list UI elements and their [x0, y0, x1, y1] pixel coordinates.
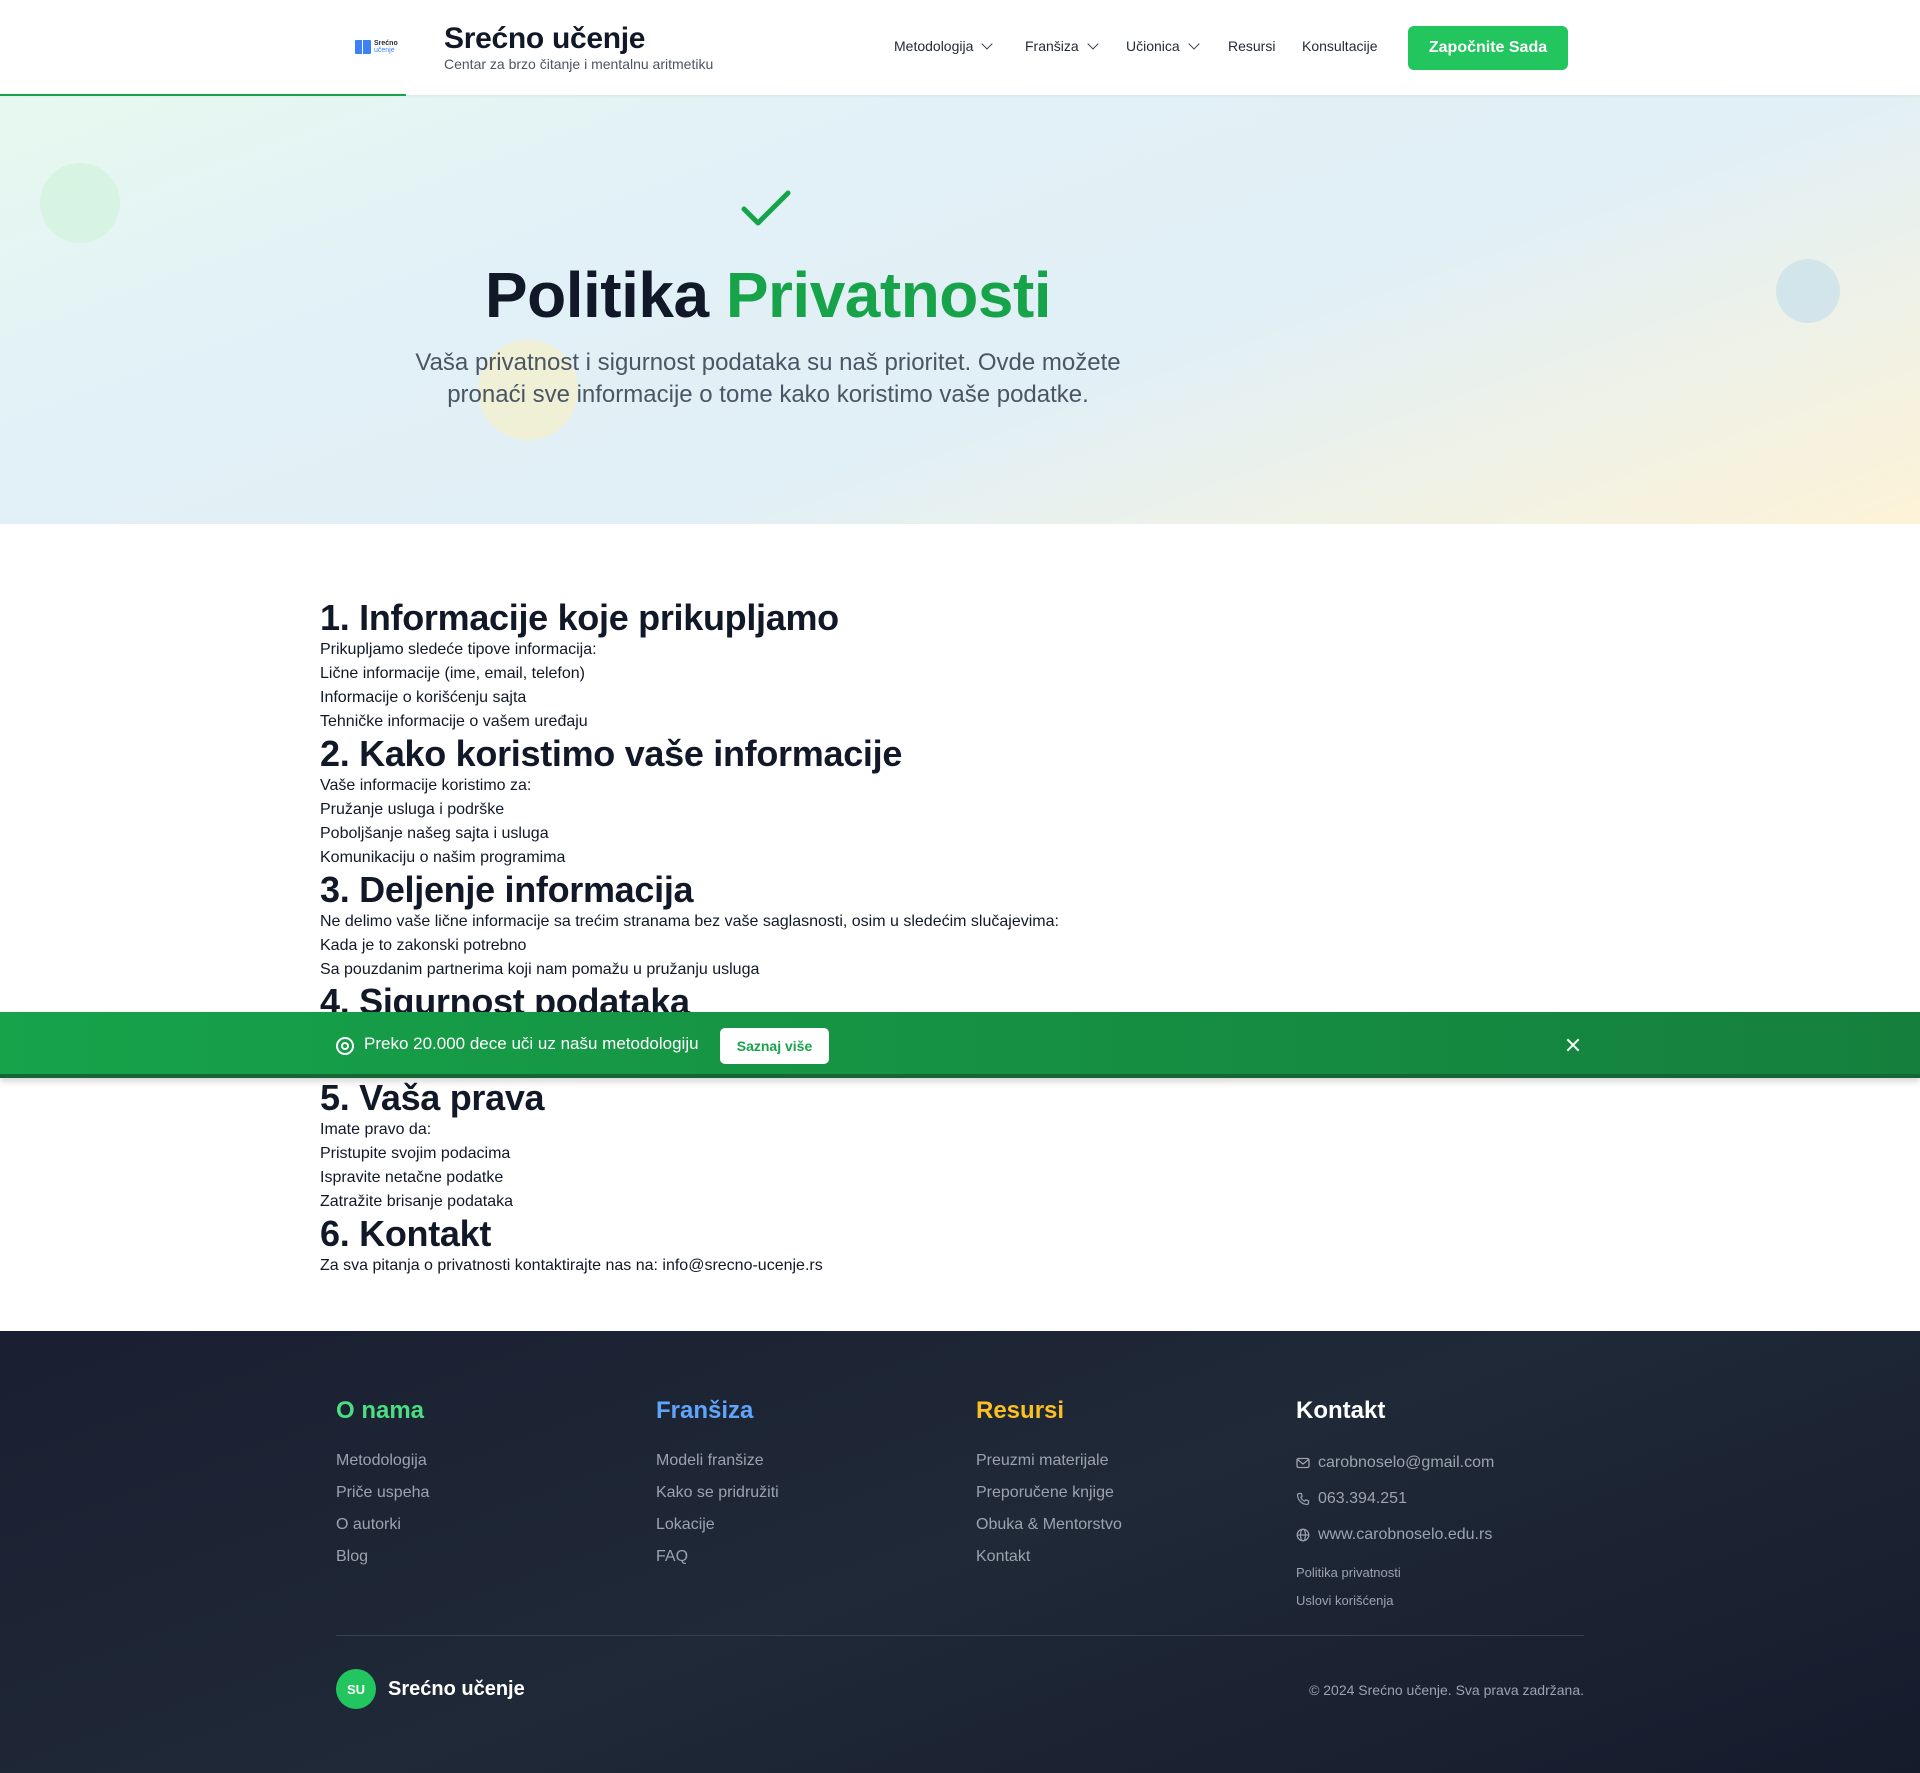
section-heading: 1. Informacije koje prikupljamo — [320, 597, 839, 638]
footer-link[interactable]: Preporučene knjige — [976, 1477, 1122, 1509]
footer-link[interactable]: Modeli franšize — [656, 1445, 779, 1477]
logo[interactable]: Srećno učenje — [355, 38, 412, 56]
section-text: Kada je to zakonski potrebno — [320, 937, 527, 954]
book-icon — [355, 40, 371, 54]
section-heading: 6. Kontakt — [320, 1213, 492, 1254]
section-text: Pružanje usluga i podrške — [320, 801, 505, 818]
section-text: Sa pouzdanim partnerima koji nam pomažu … — [320, 961, 760, 978]
site-header: Srećno učenje Srećno učenje Centar za br… — [0, 0, 1920, 96]
start-now-button[interactable]: Započnite Sada — [1408, 26, 1568, 70]
decorative-circle — [40, 163, 120, 243]
decorative-circle — [1776, 259, 1840, 323]
section-text: Tehničke informacije o vašem uređaju — [320, 713, 588, 730]
nav-item-fransiza[interactable]: Franšiza — [1025, 38, 1099, 54]
nav-item-ucionica[interactable]: Učionica — [1126, 38, 1200, 54]
section-text: Za sva pitanja o privatnosti kontaktiraj… — [320, 1257, 823, 1274]
policy-content: 1. Informacije koje prikupljamo Prikuplj… — [320, 598, 1520, 1278]
footer-link[interactable]: O autorki — [336, 1509, 429, 1541]
footer-column-kontakt: Kontakt carobnoselo@gmail.com 063.394.25… — [1296, 1397, 1494, 1615]
nav-item-metodologija[interactable]: Metodologija — [894, 38, 994, 54]
target-icon — [336, 1037, 354, 1055]
section-heading: 3. Deljenje informacija — [320, 869, 694, 910]
section-text: Lične informacije (ime, email, telefon) — [320, 665, 585, 682]
footer-link[interactable]: Preuzmi materijale — [976, 1445, 1122, 1477]
footer-column-title: O nama — [336, 1397, 425, 1424]
hero-description: Vaša privatnost i sigurnost podataka su … — [415, 349, 1121, 408]
section-text: Pristupite svojim podacima — [320, 1145, 511, 1162]
brand-subtitle: Centar za brzo čitanje i mentalnu aritme… — [444, 56, 714, 72]
footer-link[interactable]: Kontakt — [976, 1541, 1122, 1573]
footer-column-resursi: Resursi Preuzmi materijale Preporučene k… — [976, 1397, 1122, 1573]
section-text: Vaše informacije koristimo za: — [320, 777, 532, 794]
site-footer: O nama Metodologija Priče uspeha O autor… — [0, 1331, 1920, 1773]
nav-item-resursi[interactable]: Resursi — [1228, 38, 1275, 54]
promo-banner: Preko 20.000 dece uči uz našu metodologi… — [0, 1012, 1920, 1078]
contact-email[interactable]: carobnoselo@gmail.com — [1296, 1445, 1494, 1481]
avatar: SU — [336, 1669, 376, 1709]
copyright: © 2024 Srećno učenje. Sva prava zadržana… — [1309, 1682, 1584, 1698]
section-heading: 5. Vaša prava — [320, 1077, 545, 1118]
globe-icon — [1296, 1528, 1310, 1542]
chevron-down-icon — [981, 38, 994, 50]
chevron-down-icon — [1188, 38, 1200, 50]
section-text: Ne delimo vaše lične informacije sa treć… — [320, 913, 1059, 930]
contact-website[interactable]: www.carobnoselo.edu.rs — [1296, 1517, 1494, 1553]
brand-title[interactable]: Srećno učenje — [444, 22, 645, 56]
footer-link[interactable]: Obuka & Mentorstvo — [976, 1509, 1122, 1541]
logo-subtext: učenje — [374, 47, 395, 54]
footer-column-fransiza: Franšiza Modeli franšize Kako se pridruž… — [656, 1397, 779, 1573]
footer-link[interactable]: Priče uspeha — [336, 1477, 429, 1509]
section-heading: 2. Kako koristimo vaše informacije — [320, 733, 903, 774]
section-text: Prikupljamo sledeće tipove informacija: — [320, 641, 597, 658]
phone-icon — [1296, 1492, 1310, 1506]
footer-divider — [336, 1635, 1584, 1636]
page-title: Politika Privatnosti — [484, 259, 1052, 331]
scroll-progress-bar — [0, 94, 406, 96]
close-icon[interactable] — [1564, 1036, 1582, 1054]
nav-item-konsultacije[interactable]: Konsultacije — [1302, 38, 1378, 54]
footer-column-title: Resursi — [976, 1397, 1065, 1424]
learn-more-button[interactable]: Saznaj više — [720, 1028, 829, 1064]
footer-link[interactable]: Kako se pridružiti — [656, 1477, 779, 1509]
section-text: Imate pravo da: — [320, 1121, 432, 1138]
chevron-down-icon — [1087, 38, 1099, 50]
footer-link[interactable]: Blog — [336, 1541, 429, 1573]
footer-column-title: Franšiza — [656, 1397, 754, 1424]
section-text: Komunikaciju o našim programima — [320, 849, 566, 866]
section-text: Ispravite netačne podatke — [320, 1169, 504, 1186]
mail-icon — [1296, 1457, 1310, 1469]
footer-brand[interactable]: Srećno učenje — [388, 1678, 525, 1701]
section-text: Poboljšanje našeg sajta i usluga — [320, 825, 549, 842]
privacy-policy-link[interactable]: Politika privatnosti — [1296, 1559, 1494, 1587]
check-icon — [741, 190, 791, 226]
terms-link[interactable]: Uslovi korišćenja — [1296, 1587, 1494, 1615]
contact-phone[interactable]: 063.394.251 — [1296, 1481, 1494, 1517]
hero-section: Politika Privatnosti Vaša privatnost i s… — [0, 95, 1920, 524]
banner-text: Preko 20.000 dece uči uz našu metodologi… — [364, 1034, 699, 1053]
logo-text: Srećno učenje — [374, 40, 398, 54]
section-text: Zatražite brisanje podataka — [320, 1193, 513, 1210]
footer-link[interactable]: FAQ — [656, 1541, 779, 1573]
footer-link[interactable]: Metodologija — [336, 1445, 429, 1477]
footer-link[interactable]: Lokacije — [656, 1509, 779, 1541]
section-text: Informacije o korišćenju sajta — [320, 689, 527, 706]
footer-column-title: Kontakt — [1296, 1397, 1386, 1424]
footer-column-o-nama: O nama Metodologija Priče uspeha O autor… — [336, 1397, 429, 1573]
